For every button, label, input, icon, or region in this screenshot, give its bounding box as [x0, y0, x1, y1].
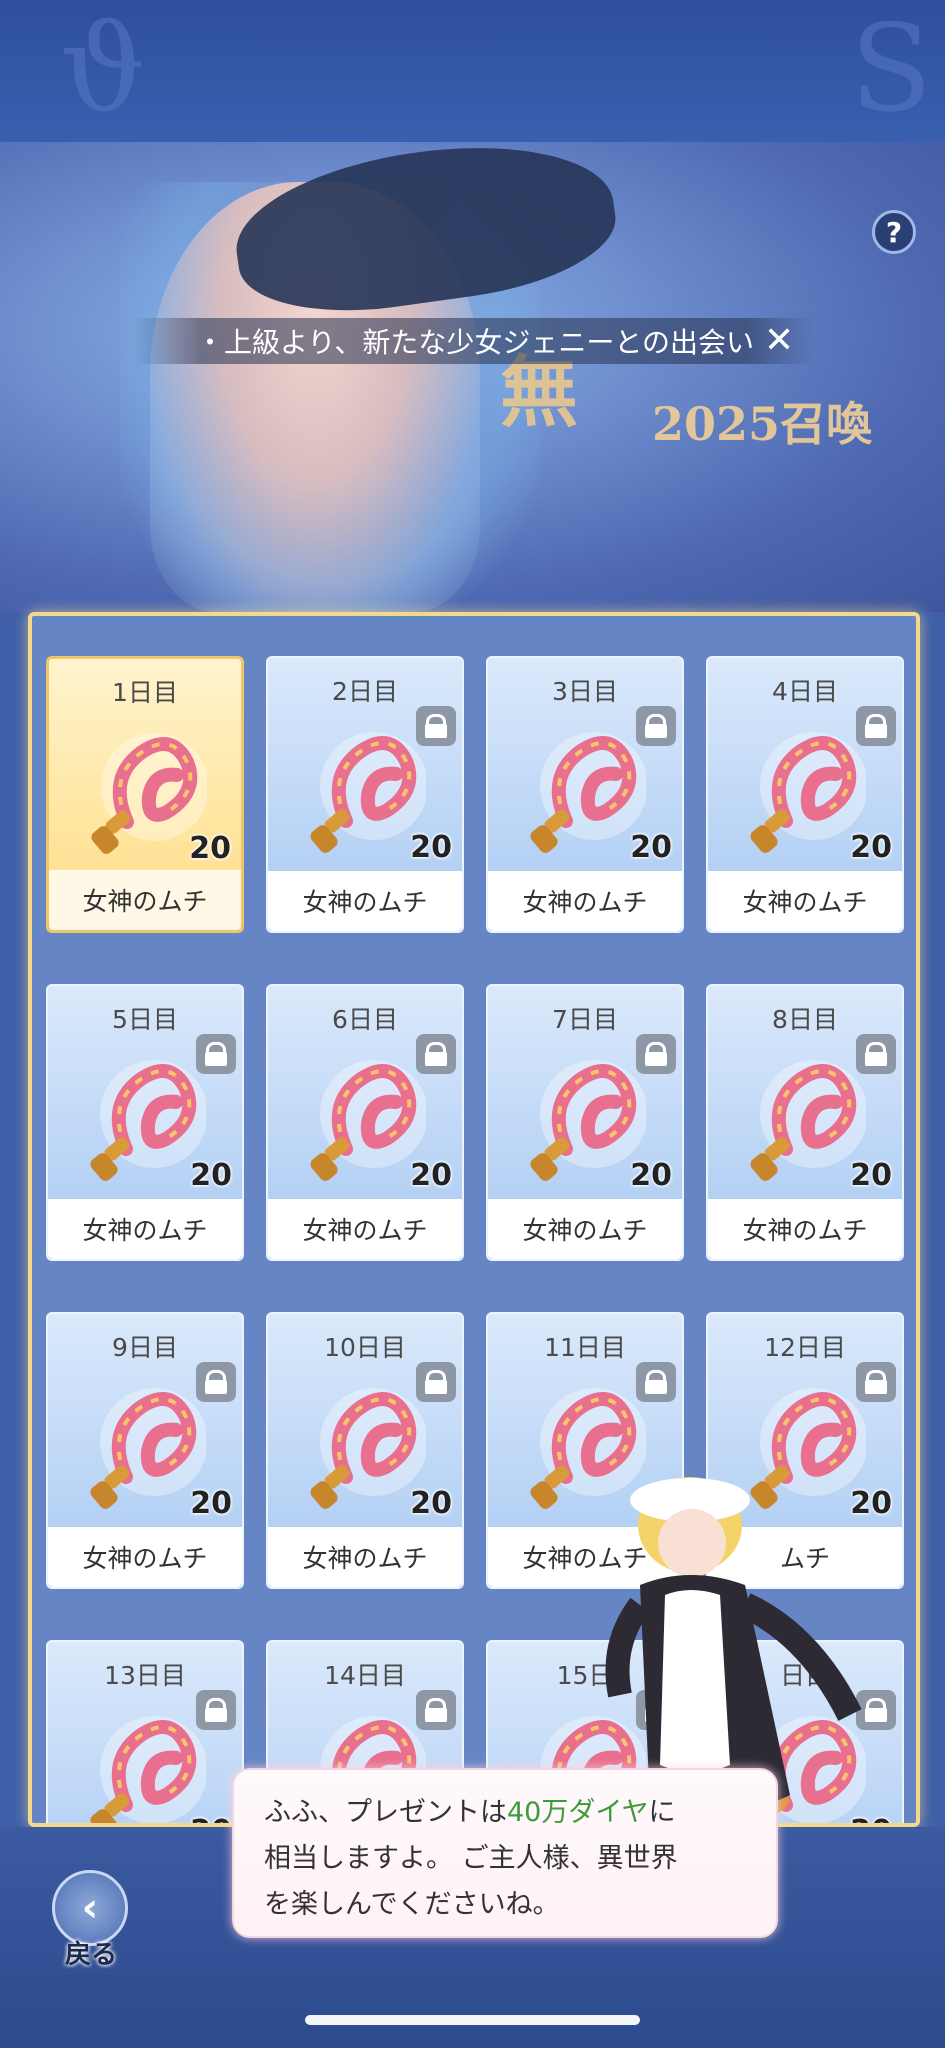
reward-day-label: 12日目	[764, 1333, 846, 1362]
lock-icon	[416, 1362, 456, 1402]
reward-card[interactable]: 6日目 20 女神のムチ	[266, 984, 464, 1261]
reward-quantity: 20	[410, 1486, 452, 1521]
reward-quantity: 20	[410, 830, 452, 865]
lock-icon	[196, 1362, 236, 1402]
reward-quantity: 20	[190, 1814, 232, 1823]
reward-card[interactable]: 1日目 20 女神のムチ	[46, 656, 244, 933]
ticker-text: ・上級より、新たな少女ジェニーとの出会い	[196, 326, 755, 359]
reward-item-name: 女神のムチ	[268, 871, 462, 931]
reward-card[interactable]: 10日目 20 女神のムチ	[266, 1312, 464, 1589]
whip-item-icon	[86, 1054, 208, 1184]
lock-icon	[636, 1362, 676, 1402]
reward-day-label: 3日目	[552, 677, 618, 706]
whip-item-icon	[306, 726, 428, 856]
reward-item-name: 女神のムチ	[488, 871, 682, 931]
reward-card[interactable]: 4日目 20 女神のムチ	[706, 656, 904, 933]
lock-icon	[416, 1034, 456, 1074]
reward-card[interactable]: 7日目 20 女神のムチ	[486, 984, 684, 1261]
reward-item-name: 女神のムチ	[268, 1199, 462, 1259]
reward-card[interactable]: 9日目 20 女神のムチ	[46, 1312, 244, 1589]
lock-icon	[856, 1362, 896, 1402]
reward-card[interactable]: 2日目 20 女神のムチ	[266, 656, 464, 933]
lock-icon	[636, 706, 676, 746]
reward-quantity: 20	[630, 1158, 672, 1193]
question-icon: ?	[885, 215, 903, 249]
reward-day-label: 8日目	[772, 1005, 838, 1034]
top-bar: ϑ S	[0, 0, 945, 145]
reward-item-name: 女神のムチ	[48, 1199, 242, 1259]
reward-item-name: 女神のムチ	[708, 1199, 902, 1259]
home-indicator[interactable]	[305, 2015, 640, 2025]
lock-icon	[416, 706, 456, 746]
whip-item-icon	[746, 1054, 868, 1184]
news-ticker: ・上級より、新たな少女ジェニーとの出会い ✕	[134, 318, 814, 364]
lock-icon	[856, 1034, 896, 1074]
speech-line-3: を楽しんでくださいね。	[264, 1889, 560, 1920]
logo-deco-left-icon: ϑ	[60, 0, 146, 139]
speech-line-1: ふふ、プレゼントは40万ダイヤに	[264, 1797, 676, 1828]
whip-item-icon	[86, 1710, 208, 1823]
whip-item-icon	[526, 1054, 648, 1184]
reward-quantity: 20	[189, 831, 231, 866]
event-subtitle: 2025召喚	[652, 397, 873, 451]
reward-quantity: 20	[190, 1486, 232, 1521]
reward-day-label: 10日目	[324, 1333, 406, 1362]
whip-item-icon	[746, 726, 868, 856]
banner-witch-hat-art	[226, 142, 624, 328]
reward-day-label: 9日目	[112, 1333, 178, 1362]
reward-item-name: 女神のムチ	[708, 871, 902, 931]
reward-quantity: 20	[630, 830, 672, 865]
reward-day-label: 7日目	[552, 1005, 618, 1034]
whip-item-icon	[86, 1382, 208, 1512]
speech-bubble: ふふ、プレゼントは40万ダイヤに 相当しますよ。 ご主人様、異世界 を楽しんでく…	[232, 1768, 778, 1938]
reward-day-label: 13日目	[104, 1661, 186, 1690]
reward-quantity: 20	[850, 830, 892, 865]
reward-card[interactable]: 13日目20女神のムチ	[46, 1640, 244, 1823]
event-banner[interactable]	[0, 142, 945, 612]
reward-day-label: 11日目	[544, 1333, 626, 1362]
reward-item-name: 女神のムチ	[49, 870, 241, 930]
reward-quantity: 20	[190, 1158, 232, 1193]
lock-icon	[196, 1034, 236, 1074]
reward-item-name: 女神のムチ	[48, 1527, 242, 1587]
reward-day-label: 5日目	[112, 1005, 178, 1034]
whip-item-icon	[526, 726, 648, 856]
ticker-close-icon[interactable]: ✕	[764, 320, 794, 361]
reward-card[interactable]: 8日目 20 女神のムチ	[706, 984, 904, 1261]
reward-quantity: 20	[410, 1158, 452, 1193]
reward-card[interactable]: 3日目 20 女神のムチ	[486, 656, 684, 933]
whip-item-icon	[306, 1054, 428, 1184]
reward-day-label: 1日目	[112, 678, 178, 707]
whip-item-icon	[306, 1382, 428, 1512]
help-button[interactable]: ?	[872, 210, 916, 254]
reward-day-label: 4日目	[772, 677, 838, 706]
speech-line-2: 相当しますよ。 ご主人様、異世界	[264, 1843, 678, 1874]
reward-item-name: 女神のムチ	[488, 1199, 682, 1259]
lock-icon	[416, 1690, 456, 1730]
lock-icon	[856, 706, 896, 746]
back-label: 戻る	[64, 1940, 117, 1970]
lock-icon	[636, 1034, 676, 1074]
reward-card[interactable]: 5日目 20 女神のムチ	[46, 984, 244, 1261]
reward-day-label: 14日目	[324, 1661, 406, 1690]
reward-day-label: 2日目	[332, 677, 398, 706]
reward-day-label: 6日目	[332, 1005, 398, 1034]
logo-deco-right-icon: S	[850, 0, 933, 139]
lock-icon	[196, 1690, 236, 1730]
back-button[interactable]: ‹ 戻る	[48, 1870, 134, 1970]
reward-quantity: 20	[850, 1158, 892, 1193]
speech-highlight: 40万ダイヤ	[507, 1797, 649, 1828]
reward-item-name: 女神のムチ	[268, 1527, 462, 1587]
